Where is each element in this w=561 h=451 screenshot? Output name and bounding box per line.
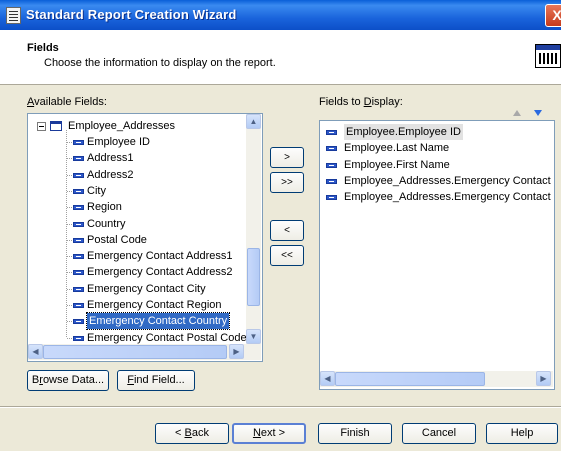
field-icon (73, 286, 84, 292)
field-label: Employee ID (87, 136, 150, 148)
field-label: Emergency Contact Address2 (87, 266, 233, 279)
scroll-right-button[interactable]: ▶ (229, 344, 244, 359)
finish-button[interactable]: Finish (318, 423, 392, 444)
table-name: Employee_Addresses (68, 120, 176, 132)
field-icon (326, 146, 337, 152)
field-icon (73, 156, 84, 162)
field-label: Employee_Addresses.Emergency Contact R (344, 191, 555, 204)
field-icon (326, 130, 337, 135)
remove-all-fields-button[interactable]: << (270, 245, 304, 266)
cancel-button[interactable]: Cancel (402, 423, 476, 444)
scroll-right-button[interactable]: ▶ (536, 371, 551, 386)
wizard-header: Fields Choose the information to display… (0, 30, 561, 85)
field-icon (73, 172, 84, 178)
back-button[interactable]: < Back (155, 423, 229, 444)
field-label: City (87, 184, 106, 197)
available-field-item[interactable]: Region (28, 199, 246, 215)
title-bar: Standard Report Creation Wizard X (0, 0, 561, 30)
display-hscrollbar[interactable]: ◀ ▶ (320, 371, 553, 387)
field-icon (326, 195, 337, 201)
add-all-fields-button[interactable]: >> (270, 172, 304, 193)
scroll-left-button[interactable]: ◀ (320, 371, 335, 386)
window-title: Standard Report Creation Wizard (26, 7, 237, 22)
display-field-item[interactable]: Employee.Employee ID (320, 124, 552, 140)
browse-data-button[interactable]: Browse Data... (27, 370, 109, 391)
available-fields-label: Available Fields: (27, 96, 107, 108)
step-description: Choose the information to display on the… (44, 57, 276, 69)
field-icon (326, 178, 337, 184)
display-field-item[interactable]: Employee_Addresses.Emergency Contact C (320, 173, 555, 189)
hscroll-thumb[interactable] (335, 372, 485, 386)
field-label: Address2 (87, 168, 134, 181)
arrow-down-icon[interactable] (534, 110, 542, 116)
available-field-item[interactable]: City (28, 183, 246, 199)
available-fields-tree[interactable]: Employee_Addresses Employee ID Address1 Ad… (27, 113, 263, 362)
available-field-item[interactable]: Emergency Contact City (28, 281, 246, 297)
next-button[interactable]: Next > (232, 423, 306, 444)
available-field-item[interactable]: Address1 (28, 150, 246, 166)
field-label: Address1 (87, 152, 134, 165)
available-field-item[interactable]: Emergency Contact Address2 (28, 264, 246, 280)
find-field-button[interactable]: Find Field... (117, 370, 195, 391)
field-label: Employee.First Name (344, 158, 450, 171)
field-icon (73, 140, 84, 145)
field-icon (73, 319, 84, 325)
available-field-item[interactable]: Employee ID (28, 134, 246, 150)
remove-field-button[interactable]: < (270, 220, 304, 241)
hscroll-thumb[interactable] (43, 345, 227, 359)
table-report-icon (535, 44, 561, 68)
field-icon (73, 237, 84, 243)
field-label: Postal Code (87, 233, 147, 246)
display-field-item[interactable]: Employee.First Name (320, 157, 552, 173)
available-vscrollbar[interactable]: ▲ ▼ (246, 114, 261, 344)
field-icon (73, 254, 84, 260)
available-field-item[interactable]: Emergency Contact Country (28, 312, 246, 331)
field-label: Emergency Contact Address1 (87, 250, 233, 263)
fields-to-display-list[interactable]: Employee.Employee ID Employee.Last Name Em… (319, 120, 555, 390)
display-field-item[interactable]: Employee_Addresses.Emergency Contact R (320, 189, 555, 205)
available-field-item[interactable]: Country (28, 216, 246, 232)
field-icon (73, 303, 84, 308)
available-hscrollbar[interactable]: ◀ ▶ (28, 344, 261, 360)
scroll-up-button[interactable]: ▲ (246, 114, 261, 129)
field-label: Employee_Addresses.Emergency Contact C (344, 174, 555, 187)
arrow-up-icon[interactable] (513, 110, 521, 116)
field-label: Employee.Employee ID (344, 124, 463, 140)
add-field-button[interactable]: > (270, 147, 304, 168)
available-field-item[interactable]: Address2 (28, 167, 246, 183)
field-icon (73, 335, 84, 341)
step-title: Fields (27, 42, 59, 54)
tree-node-table[interactable]: Employee_Addresses (28, 118, 246, 134)
collapse-icon[interactable] (37, 122, 46, 131)
report-wizard-icon (6, 7, 21, 24)
help-button[interactable]: Help (486, 423, 558, 444)
field-label: Country (87, 217, 126, 230)
scroll-down-button[interactable]: ▼ (246, 329, 261, 344)
field-icon (73, 188, 84, 194)
field-icon (73, 205, 84, 211)
table-icon (50, 121, 62, 131)
field-label: Employee.Last Name (344, 142, 450, 155)
field-label: Emergency Contact Region (87, 299, 222, 311)
field-icon (73, 270, 84, 276)
available-field-item[interactable]: Postal Code (28, 232, 246, 248)
fields-to-display-label: Fields to Display: (319, 96, 403, 108)
scroll-left-button[interactable]: ◀ (28, 344, 43, 359)
field-label: Emergency Contact City (87, 282, 206, 295)
close-button[interactable]: X (545, 4, 561, 27)
field-icon (326, 162, 337, 168)
field-label: Emergency Contact Country (85, 312, 231, 331)
available-field-item[interactable]: Emergency Contact Region (28, 297, 246, 313)
field-label: Region (87, 201, 122, 214)
available-field-item[interactable]: Emergency Contact Address1 (28, 248, 246, 264)
field-icon (73, 221, 84, 227)
scroll-thumb[interactable] (247, 248, 260, 306)
display-field-item[interactable]: Employee.Last Name (320, 140, 552, 156)
